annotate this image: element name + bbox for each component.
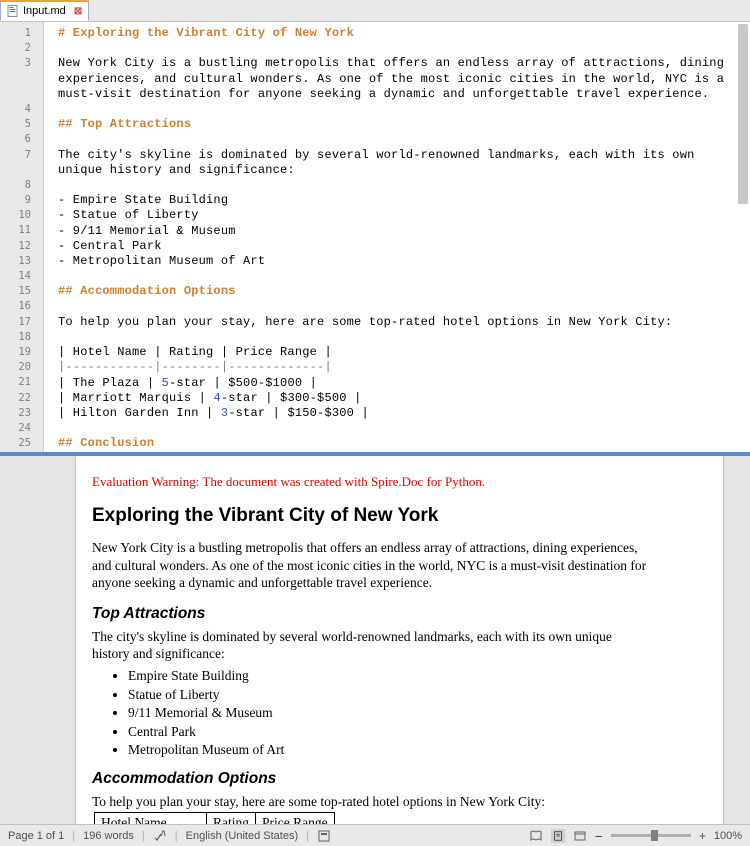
file-icon [7,5,19,17]
line-number: 9 [0,193,43,208]
code-line[interactable]: | The Plaza | 5-star | $500-$1000 | [58,376,750,391]
doc-attractions-text: The city's skyline is dominated by sever… [92,628,652,663]
list-item: Statue of Liberty [128,686,707,704]
code-area[interactable]: # Exploring the Vibrant City of New York… [44,22,750,452]
spellcheck-icon[interactable] [153,829,167,843]
doc-intro: New York City is a bustling metropolis t… [92,539,652,592]
doc-h2-accommodation: Accommodation Options [92,769,707,789]
tab-bar: Input.md ⊠ [0,0,750,22]
evaluation-warning: Evaluation Warning: The document was cre… [92,474,707,491]
line-number: 19 [0,345,43,360]
code-line[interactable]: - Empire State Building [58,193,750,208]
code-line[interactable]: - Statue of Liberty [58,208,750,223]
code-line[interactable]: | Marriott Marquis | 4-star | $300-$500 … [58,391,750,406]
doc-attractions-list: Empire State BuildingStatue of Liberty9/… [128,667,707,759]
line-number: 24 [0,421,43,436]
code-line[interactable] [58,421,750,436]
line-number: 5 [0,117,43,132]
code-line[interactable] [58,132,750,147]
zoom-slider[interactable] [611,834,691,837]
doc-margin-left [0,456,75,824]
code-line[interactable]: | Hilton Garden Inn | 3-star | $150-$300… [58,406,750,421]
close-icon[interactable]: ⊠ [74,6,82,17]
document-pane: Evaluation Warning: The document was cre… [0,454,750,824]
doc-accommodation-text: To help you plan your stay, here are som… [92,793,652,811]
line-number: 3 [0,56,43,71]
code-line[interactable]: - Central Park [58,239,750,254]
doc-margin-right [724,456,750,824]
web-layout-icon[interactable] [573,829,587,843]
code-line[interactable]: - 9/11 Memorial & Museum [58,224,750,239]
status-language[interactable]: English (United States) [186,830,299,842]
code-line[interactable]: New York City is a bustling metropolis t… [58,56,750,102]
tab-filename: Input.md [23,5,66,17]
table-header-cell: Price Range [255,813,334,824]
line-number: 21 [0,375,43,390]
doc-hotel-table: Hotel NameRatingPrice RangeThe Plaza5-st… [94,812,335,824]
line-number: 2 [0,41,43,56]
code-line[interactable]: | Hotel Name | Rating | Price Range | [58,345,750,360]
code-line[interactable]: ## Conclusion [58,436,750,451]
code-line[interactable]: ## Top Attractions [58,117,750,132]
status-words[interactable]: 196 words [83,830,134,842]
code-line[interactable] [58,41,750,56]
status-bar: Page 1 of 1 | 196 words | | English (Uni… [0,824,750,846]
accessibility-icon[interactable] [317,829,331,843]
line-number [0,163,43,178]
line-number: 4 [0,102,43,117]
code-line[interactable] [58,269,750,284]
line-number: 10 [0,208,43,223]
code-line[interactable]: - Metropolitan Museum of Art [58,254,750,269]
doc-page: Evaluation Warning: The document was cre… [75,456,724,824]
read-mode-icon[interactable] [529,829,543,843]
tab-input-md[interactable]: Input.md ⊠ [0,0,89,21]
zoom-level[interactable]: 100% [714,830,742,842]
list-item: Metropolitan Museum of Art [128,741,707,759]
line-number: 6 [0,132,43,147]
code-line[interactable] [58,330,750,345]
code-line[interactable]: # Exploring the Vibrant City of New York [58,26,750,41]
line-number: 17 [0,315,43,330]
status-page[interactable]: Page 1 of 1 [8,830,64,842]
line-number: 14 [0,269,43,284]
print-layout-icon[interactable] [551,829,565,843]
line-number: 20 [0,360,43,375]
table-header-cell: Hotel Name [95,813,207,824]
line-number: 1 [0,26,43,41]
line-number-gutter: 1234567891011121314151617181920212223242… [0,22,44,452]
line-number: 8 [0,178,43,193]
code-line[interactable]: To help you plan your stay, here are som… [58,315,750,330]
line-number: 18 [0,330,43,345]
scrollbar-thumb[interactable] [738,24,748,204]
table-header-cell: Rating [206,813,255,824]
editor-pane: 1234567891011121314151617181920212223242… [0,22,750,454]
line-number [0,72,43,87]
line-number: 11 [0,223,43,238]
list-item: Empire State Building [128,667,707,685]
code-line[interactable]: |------------|--------|-------------| [58,360,750,375]
table-row: Hotel NameRatingPrice Range [95,813,335,824]
zoom-slider-thumb[interactable] [651,830,658,841]
line-number: 12 [0,239,43,254]
code-line[interactable] [58,102,750,117]
line-number: 22 [0,391,43,406]
doc-h2-top-attractions: Top Attractions [92,604,707,624]
list-item: 9/11 Memorial & Museum [128,704,707,722]
line-number: 25 [0,436,43,451]
line-number: 7 [0,148,43,163]
doc-h1: Exploring the Vibrant City of New York [92,504,707,529]
code-line[interactable] [58,178,750,193]
code-line[interactable]: ## Accommodation Options [58,284,750,299]
line-number: 23 [0,406,43,421]
zoom-out-button[interactable]: − [595,828,603,844]
list-item: Central Park [128,723,707,741]
zoom-in-button[interactable]: + [699,829,706,843]
line-number: 13 [0,254,43,269]
code-line[interactable] [58,300,750,315]
line-number [0,87,43,102]
line-number: 15 [0,284,43,299]
code-line[interactable]: The city's skyline is dominated by sever… [58,148,750,178]
line-number: 16 [0,299,43,314]
